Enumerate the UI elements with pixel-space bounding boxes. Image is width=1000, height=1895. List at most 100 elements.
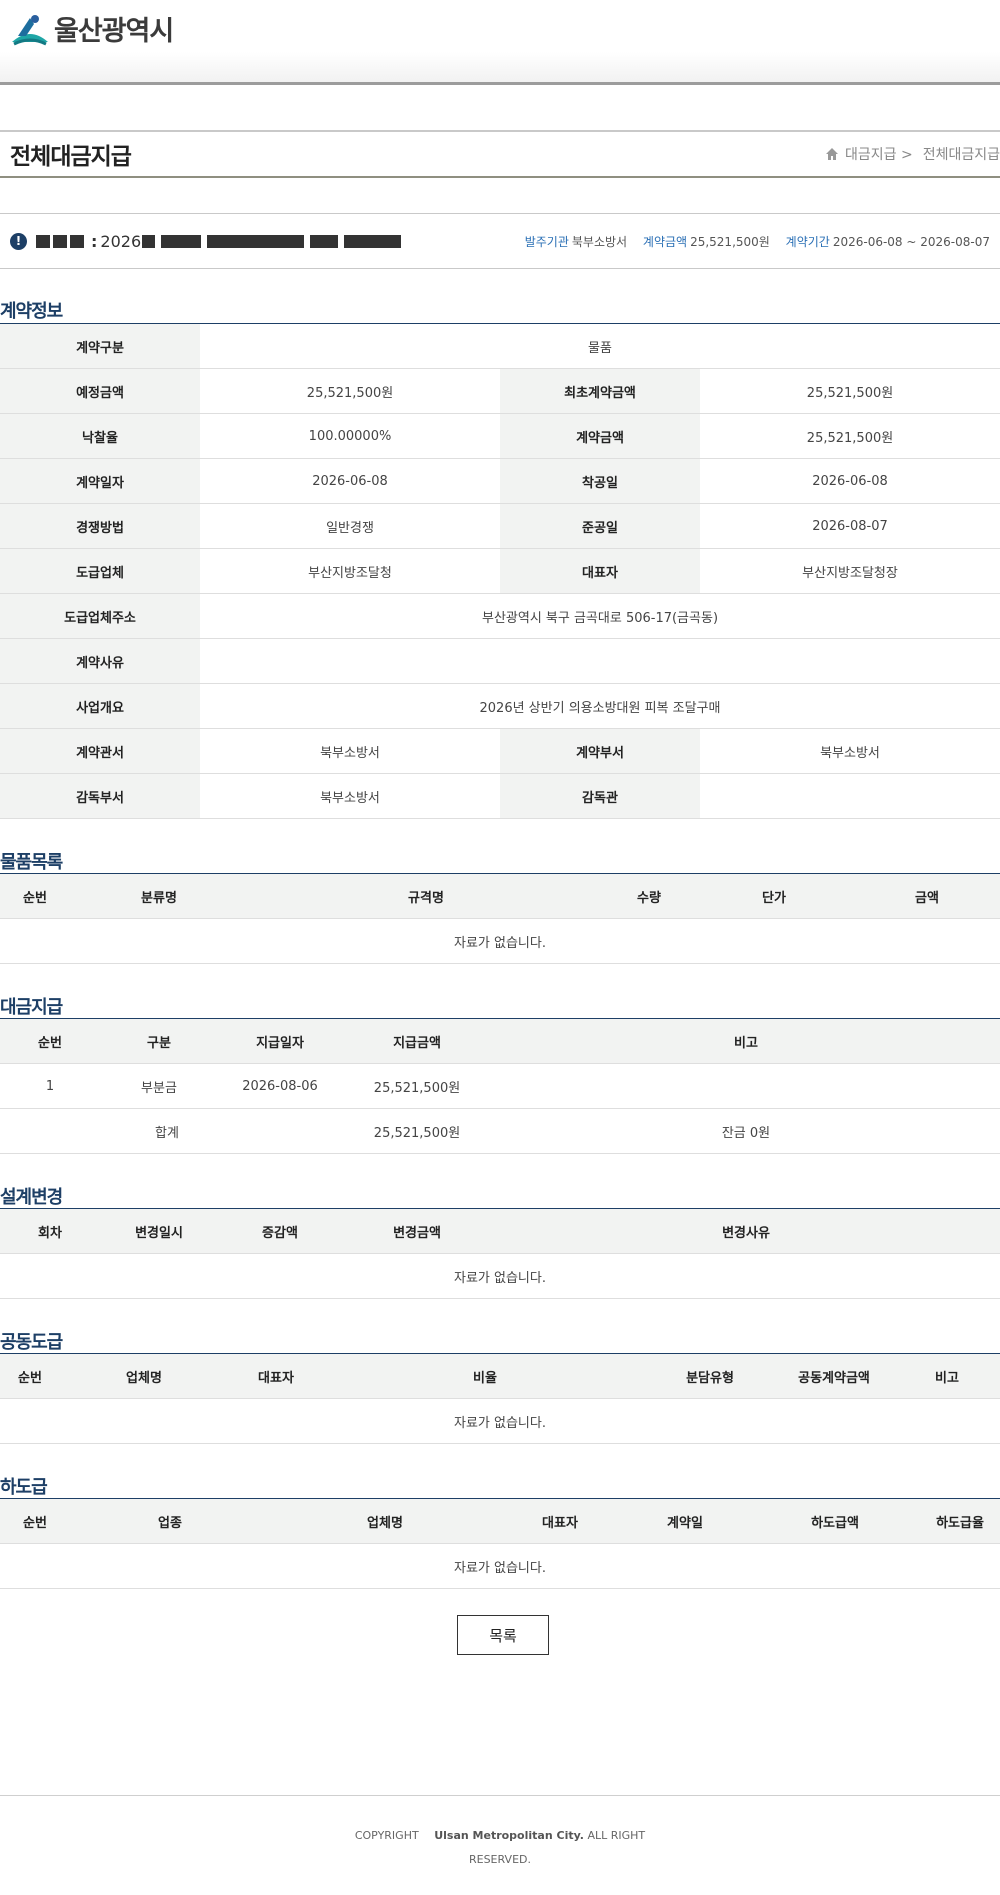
contract-title: : 2026 [36,232,404,251]
exclamation-icon: ! [10,232,27,250]
table-row: 감독부서 북부소방서 감독관 [0,773,1000,819]
payments-col-no: 순번 [0,1018,100,1064]
table-row: 자료가 없습니다. [0,1398,1000,1444]
period-label: 계약기간 [785,234,830,249]
table-row: 자료가 없습니다. [0,918,1000,964]
info-value: 25,521,500원 [700,413,1000,459]
joint-col-rep: 대표자 [228,1353,324,1399]
total-amount: 25,521,500원 [342,1108,492,1154]
design-col-round: 회차 [0,1208,100,1254]
site-logo[interactable]: 울산광역시 [10,9,174,48]
info-value: 북부소방서 [200,728,500,774]
design-col-delta: 증감액 [218,1208,342,1254]
period-value: 2026-06-08 ~ 2026-08-07 [832,234,990,249]
info-value: 부산광역시 북구 금곡대로 506-17(금곡동) [200,593,1000,639]
agency-label: 발주기관 [524,234,569,249]
info-value: 2026년 상반기 의용소방대원 피복 조달구매 [200,683,1000,729]
section-title-joint: 공동도급 [0,1332,63,1353]
table-row: 계약관서 북부소방서 계약부서 북부소방서 [0,728,1000,774]
balance: 잔금 0원 [492,1108,1000,1154]
payment-amount: 25,521,500원 [342,1063,492,1109]
footer-copyright: COPYRIGHT [354,1829,419,1842]
contract-meta: 발주기관 북부소방서 계약금액 25,521,500원 계약기간 2026-06-08… [513,233,990,250]
info-value: 2026-08-07 [700,503,1000,549]
total-spacer [0,1108,100,1154]
home-icon[interactable] [825,147,839,161]
info-label: 계약일자 [0,458,200,504]
goods-col-category: 분류명 [70,873,248,919]
info-value [200,638,1000,684]
info-value: 25,521,500원 [200,368,500,414]
sub-col-rate: 하도급율 [920,1498,1000,1544]
table-row: 도급업체주소 부산광역시 북구 금곡대로 506-17(금곡동) [0,593,1000,639]
table-row: 1 부분금 2026-08-06 25,521,500원 [0,1063,1000,1109]
design-col-amount: 변경금액 [342,1208,492,1254]
sub-col-no: 순번 [0,1498,70,1544]
payments-total-row: 합계 25,521,500원 잔금 0원 [0,1108,1000,1154]
redacted-block [70,234,84,248]
redacted-block [310,234,339,248]
sub-col-industry: 업종 [70,1498,270,1544]
joint-col-note: 비고 [894,1353,1000,1399]
payments-col-date: 지급일자 [218,1018,342,1064]
section-title-payments: 대금지급 [0,997,63,1018]
payment-no: 1 [0,1063,100,1109]
breadcrumb-item-payment[interactable]: 대금지급 > [845,144,913,164]
total-spacer [218,1108,342,1154]
footer-reserved: RESERVED. [468,1853,531,1866]
ulsan-logo-icon [12,14,48,45]
info-value: 북부소방서 [700,728,1000,774]
contract-title-year: 2026 [100,231,142,251]
payments-col-note: 비고 [492,1018,1000,1064]
info-value: 북부소방서 [200,773,500,819]
payment-date: 2026-08-06 [218,1063,342,1109]
table-row: 자료가 없습니다. [0,1543,1000,1589]
sub-col-amount: 하도급액 [750,1498,920,1544]
goods-col-qty: 수량 [604,873,694,919]
contract-summary: ! : 2026 발주기관 북부소방서 계약금액 25,521,500원 계약기간 2… [0,213,1000,269]
info-label: 계약구분 [0,323,200,369]
info-label: 감독관 [500,773,700,819]
breadcrumb-item-current: 전체대금지급 [922,147,1000,163]
info-label: 예정금액 [0,368,200,414]
info-label: 도급업체주소 [0,593,200,639]
empty-message: 자료가 없습니다. [0,1398,1000,1444]
footer-brand: Ulsan Metropolitan City. [434,1829,584,1842]
redacted-block [53,234,67,248]
info-value: 2026-06-08 [200,458,500,504]
table-row: 계약구분 물품 [0,323,1000,369]
info-value: 일반경쟁 [200,503,500,549]
info-label: 계약금액 [500,413,700,459]
empty-message: 자료가 없습니다. [0,1543,1000,1589]
info-value: 부산지방조달청장 [700,548,1000,594]
joint-col-company: 업체명 [60,1353,228,1399]
contract-title-colon: : [91,231,98,251]
info-label: 도급업체 [0,548,200,594]
joint-col-ratio: 비율 [324,1353,646,1399]
site-footer: COPYRIGHT Ulsan Metropolitan City. ALL R… [0,1795,1000,1872]
payment-type: 부분금 [100,1063,218,1109]
info-label: 최초계약금액 [500,368,700,414]
contract-info-table: 계약구분 물품 예정금액 25,521,500원 최초계약금액 25,521,500원 낙찰… [0,323,1000,819]
design-col-reason: 변경사유 [492,1208,1000,1254]
info-label: 준공일 [500,503,700,549]
table-row: 사업개요 2026년 상반기 의용소방대원 피복 조달구매 [0,683,1000,729]
amount-label: 계약금액 [642,234,688,249]
list-button[interactable]: 목록 [457,1615,549,1655]
total-label: 합계 [100,1108,218,1154]
payment-note [492,1063,1000,1109]
joint-table: 순번 업체명 대표자 비율 분담유형 공동계약금액 비고 자료가 없습니다. [0,1353,1000,1444]
site-header: 울산광역시 [0,0,1000,85]
goods-col-no: 순번 [0,873,70,919]
info-label: 계약사유 [0,638,200,684]
empty-message: 자료가 없습니다. [0,1253,1000,1299]
joint-col-share-type: 분담유형 [646,1353,774,1399]
info-value: 25,521,500원 [700,368,1000,414]
table-row: 경쟁방법 일반경쟁 준공일 2026-08-07 [0,503,1000,549]
sub-col-company: 업체명 [270,1498,500,1544]
info-label: 감독부서 [0,773,200,819]
info-label: 대표자 [500,548,700,594]
joint-col-no: 순번 [0,1353,60,1399]
table-row: 예정금액 25,521,500원 최초계약금액 25,521,500원 [0,368,1000,414]
payments-table: 순번 구분 지급일자 지급금액 비고 1 부분금 2026-08-06 25,5… [0,1018,1000,1154]
